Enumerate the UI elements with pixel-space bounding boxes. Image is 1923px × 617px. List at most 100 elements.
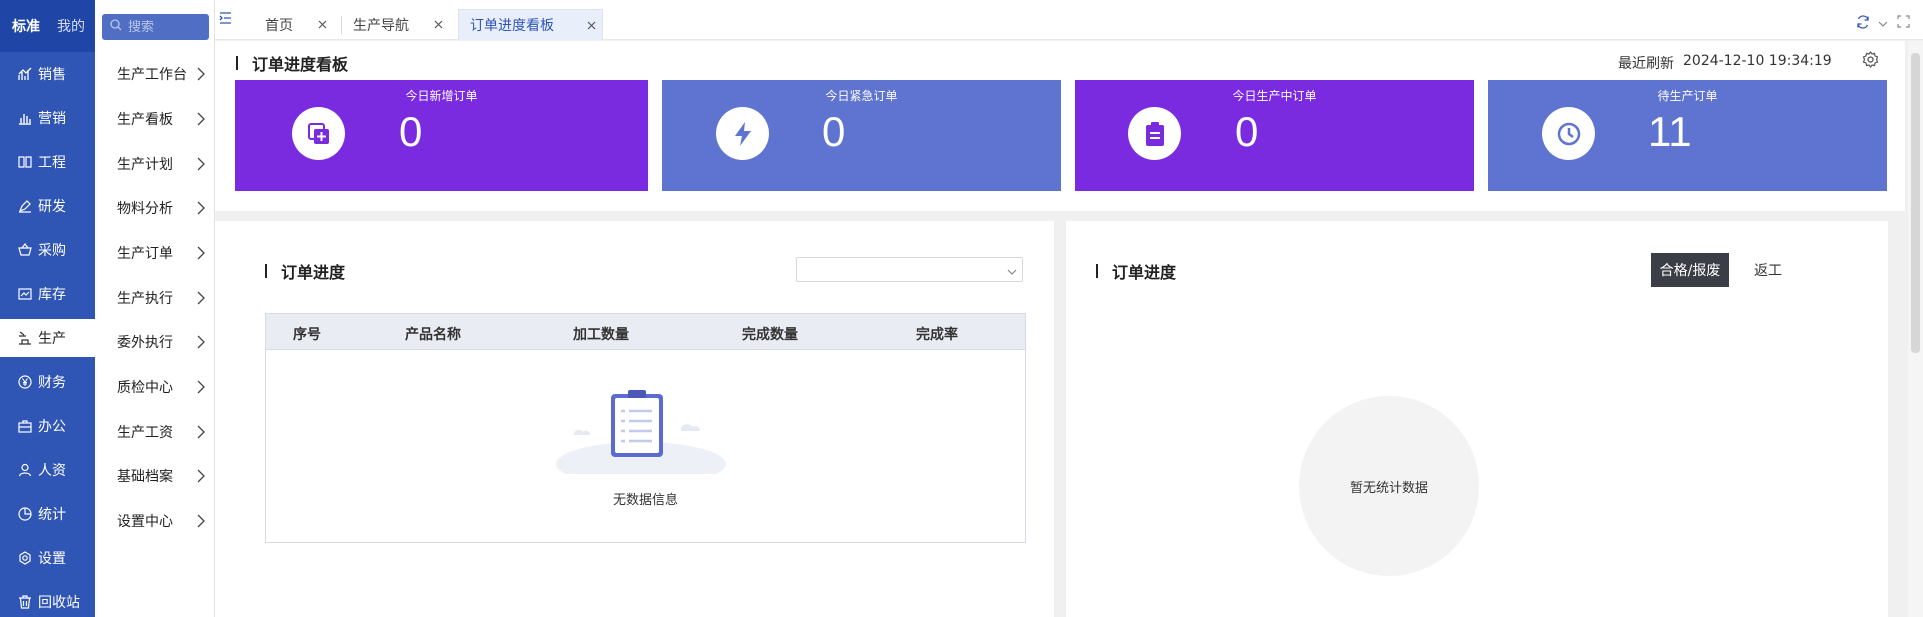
submenu-item-label: 质检中心 xyxy=(117,380,173,396)
chevron-right-icon xyxy=(197,201,205,219)
close-icon[interactable] xyxy=(318,17,327,33)
nav-item-production[interactable]: 生产 xyxy=(0,319,95,357)
submenu-item[interactable]: 委外执行 xyxy=(95,323,215,361)
rework-button[interactable]: 返工 xyxy=(1748,253,1788,287)
stat-card-label: 今日紧急订单 xyxy=(825,89,898,103)
nav-item-rd[interactable]: 研发 xyxy=(0,187,95,225)
book-icon xyxy=(16,153,34,171)
stat-card-value: 0 xyxy=(1235,108,1259,155)
chevron-right-icon xyxy=(197,67,205,85)
submenu-item[interactable]: 生产计划 xyxy=(95,145,215,183)
pass-scrap-button[interactable]: 合格/报废 xyxy=(1651,253,1729,287)
nav-item-sales[interactable]: 销售 xyxy=(0,55,95,93)
nav-item-engineering[interactable]: 工程 xyxy=(0,143,95,181)
refresh-label: 最近刷新 xyxy=(1618,56,1674,72)
nav-item-label: 财务 xyxy=(38,375,66,391)
nav-item-label: 办公 xyxy=(38,419,66,435)
chevron-down-icon[interactable] xyxy=(1878,17,1888,32)
add-copy-icon xyxy=(292,107,345,160)
submenu-item[interactable]: 生产工资 xyxy=(95,413,215,451)
nav-item-purchase[interactable]: 采购 xyxy=(0,231,95,269)
nav-item-settings[interactable]: 设置 xyxy=(0,539,95,577)
tab-order-progress[interactable]: 订单进度看板 xyxy=(458,9,603,40)
factory-icon xyxy=(16,329,34,347)
stat-cards: 今日新增订单 0 今日紧急订单 0 今日生产中订单 0 待生产订单 11 xyxy=(215,80,1905,211)
nav-mode-tabs: 标准 我的 xyxy=(0,0,95,52)
stat-card-in-production[interactable]: 今日生产中订单 0 xyxy=(1075,80,1474,191)
stat-card-value: 0 xyxy=(399,108,423,155)
search-icon xyxy=(110,19,122,35)
tab-label: 首页 xyxy=(265,17,293,34)
submenu-item[interactable]: 物料分析 xyxy=(95,189,215,227)
submenu-item-label: 生产工作台 xyxy=(117,67,187,83)
stat-card-urgent-orders[interactable]: 今日紧急订单 0 xyxy=(662,80,1061,191)
stat-card-pending[interactable]: 待生产订单 11 xyxy=(1488,80,1887,191)
nav-item-label: 生产 xyxy=(38,331,66,347)
empty-clipboard-illustration xyxy=(556,389,726,486)
tab-production-nav[interactable]: 生产导航 xyxy=(346,9,449,40)
submenu-item[interactable]: 生产工作台 xyxy=(95,55,215,93)
submenu-item-label: 生产订单 xyxy=(117,246,173,262)
panel-title: 订单进度 xyxy=(1096,259,1176,283)
submenu-item[interactable]: 生产看板 xyxy=(95,100,215,138)
empty-stats-circle: 暂无统计数据 xyxy=(1299,396,1479,576)
nav-item-recycle[interactable]: 回收站 xyxy=(0,583,95,617)
column-header[interactable]: 完成率 xyxy=(916,324,958,344)
stat-card-new-orders[interactable]: 今日新增订单 0 xyxy=(235,80,648,191)
nav-tab-mine[interactable]: 我的 xyxy=(57,18,85,36)
search-box[interactable] xyxy=(102,14,209,40)
submenu-item[interactable]: 生产订单 xyxy=(95,234,215,272)
submenu-item[interactable]: 质检中心 xyxy=(95,368,215,406)
nav-item-marketing[interactable]: 营销 xyxy=(0,99,95,137)
gear-icon xyxy=(16,549,34,567)
chevron-right-icon xyxy=(197,246,205,264)
column-header[interactable]: 产品名称 xyxy=(405,324,461,344)
close-icon[interactable] xyxy=(434,17,443,33)
briefcase-icon xyxy=(16,417,34,435)
submenu-item[interactable]: 基础档案 xyxy=(95,457,215,495)
nav-item-label: 销售 xyxy=(38,67,66,83)
refresh-icon[interactable] xyxy=(1856,15,1870,33)
submenu-item[interactable]: 设置中心 xyxy=(95,502,215,540)
nav-item-inventory[interactable]: 库存 xyxy=(0,275,95,313)
nav-tab-standard[interactable]: 标准 xyxy=(12,18,40,36)
refresh-time: 2024-12-10 19:34:19 xyxy=(1683,53,1832,69)
nav-item-stats[interactable]: 统计 xyxy=(0,495,95,533)
stat-card-value: 0 xyxy=(822,108,846,155)
nav-item-label: 回收站 xyxy=(38,595,80,611)
stat-card-label: 待生产订单 xyxy=(1657,89,1718,103)
column-header[interactable]: 加工数量 xyxy=(573,324,629,344)
chevron-right-icon xyxy=(197,112,205,130)
chevron-right-icon xyxy=(197,469,205,487)
table-header: 序号 产品名称 加工数量 完成数量 完成率 xyxy=(266,314,1025,350)
empty-state-text: 无数据信息 xyxy=(612,493,678,508)
search-input[interactable] xyxy=(128,19,202,35)
panel-title-text: 订单进度 xyxy=(1112,263,1177,282)
submenu-item[interactable]: 生产执行 xyxy=(95,279,215,317)
fullscreen-icon[interactable] xyxy=(1897,15,1910,32)
scrollbar-thumb[interactable] xyxy=(1911,53,1920,353)
main-nav: 标准 我的 销售 营销 工程 研发 采购 库存 生产 财务 办公 人资 统计 设… xyxy=(0,0,95,617)
lightning-icon xyxy=(716,107,769,160)
chevron-right-icon xyxy=(197,514,205,532)
nav-item-office[interactable]: 办公 xyxy=(0,407,95,445)
column-header[interactable]: 完成数量 xyxy=(742,324,798,344)
collapse-menu-icon[interactable] xyxy=(219,12,232,28)
close-icon[interactable] xyxy=(587,18,596,34)
chevron-right-icon xyxy=(197,335,205,353)
tab-label: 生产导航 xyxy=(353,17,409,34)
tab-bar: 首页 生产导航 订单进度看板 xyxy=(215,0,1923,40)
submenu-item-label: 生产看板 xyxy=(117,112,173,128)
tab-home[interactable]: 首页 xyxy=(243,9,333,40)
nav-item-label: 营销 xyxy=(38,111,66,127)
submenu-item-label: 生产执行 xyxy=(117,291,173,307)
vertical-scrollbar[interactable] xyxy=(1908,41,1923,617)
chevron-right-icon xyxy=(197,425,205,443)
order-select-dropdown[interactable] xyxy=(796,257,1023,282)
empty-stats-text: 暂无统计数据 xyxy=(1349,480,1428,496)
settings-gear-icon[interactable] xyxy=(1862,51,1879,72)
submenu-item-label: 物料分析 xyxy=(117,201,173,217)
nav-item-hr[interactable]: 人资 xyxy=(0,451,95,489)
nav-item-finance[interactable]: 财务 xyxy=(0,363,95,401)
column-header[interactable]: 序号 xyxy=(293,324,321,344)
